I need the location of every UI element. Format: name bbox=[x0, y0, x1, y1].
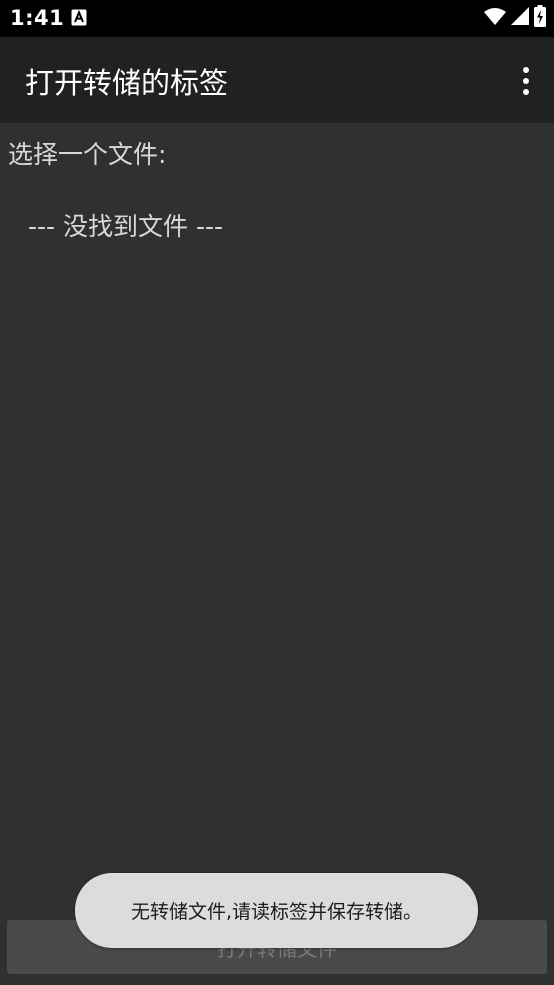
wifi-icon bbox=[484, 7, 506, 29]
app-bar: 打开转储的标签 bbox=[0, 37, 554, 123]
toast: 无转储文件,请读标签并保存转储。 bbox=[75, 873, 478, 948]
status-bar: 1:41 bbox=[0, 0, 554, 37]
screen: 1:41 打开转储的标签 选择一个文件: --- 没找到文件 --- 打开转储文… bbox=[0, 0, 554, 985]
signal-icon bbox=[511, 7, 529, 29]
more-vert-icon[interactable] bbox=[516, 63, 536, 99]
file-list-empty-item[interactable]: --- 没找到文件 --- bbox=[28, 207, 223, 243]
status-icons bbox=[484, 5, 546, 31]
page-title: 打开转储的标签 bbox=[25, 66, 229, 100]
status-time: 1:41 bbox=[10, 6, 65, 30]
select-file-label: 选择一个文件: bbox=[8, 140, 167, 169]
font-a-icon bbox=[71, 9, 87, 26]
battery-charging-icon bbox=[534, 5, 546, 31]
toast-message: 无转储文件,请读标签并保存转储。 bbox=[130, 901, 423, 923]
